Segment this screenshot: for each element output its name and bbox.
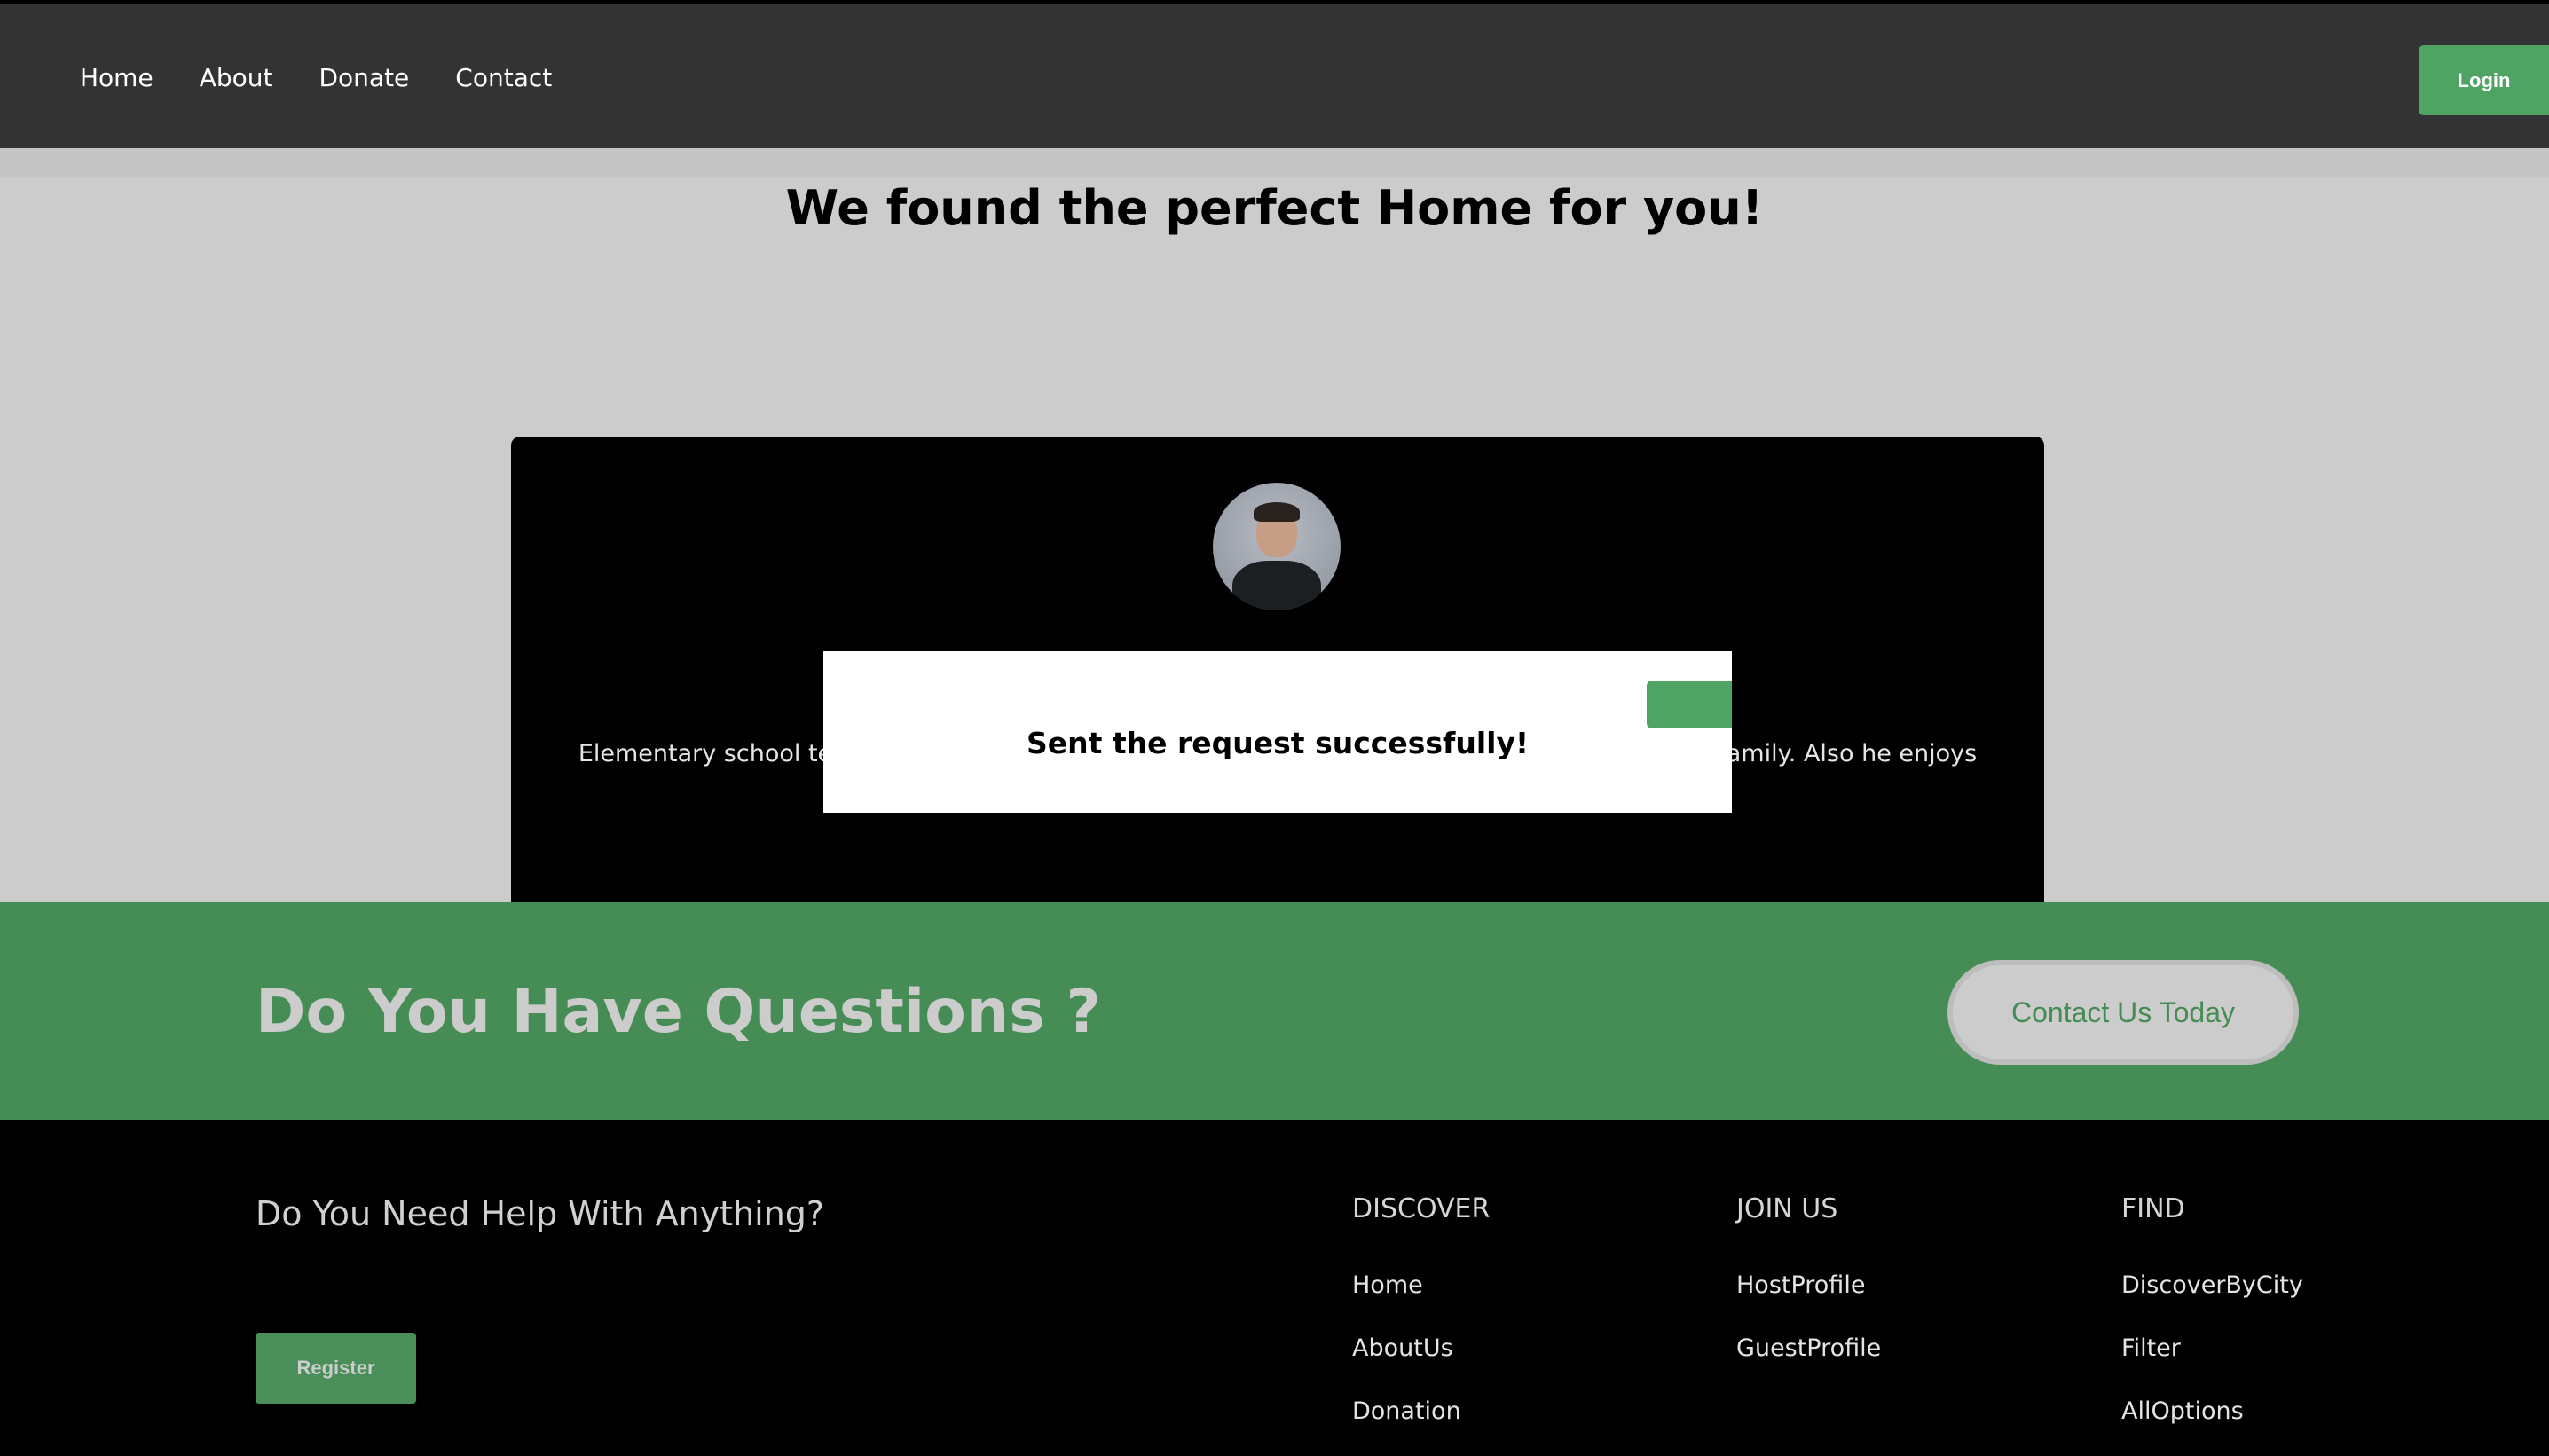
footer-link-aboutus[interactable]: AboutUs xyxy=(1352,1334,1490,1397)
nav-link-home[interactable]: Home xyxy=(80,63,153,92)
footer-link-home[interactable]: Home xyxy=(1352,1271,1490,1334)
footer: Do You Need Help With Anything? Register… xyxy=(0,1120,2549,1456)
contact-us-button[interactable]: Contact Us Today xyxy=(1947,960,2299,1065)
footer-link-discoverbycity[interactable]: DiscoverByCity xyxy=(2121,1271,2303,1334)
modal-close-button[interactable] xyxy=(1647,681,1732,728)
success-modal: Sent the request successfully! xyxy=(823,651,1732,813)
questions-banner: Do You Have Questions ? Contact Us Today xyxy=(0,902,2549,1120)
footer-col-discover: DISCOVER Home AboutUs Donation xyxy=(1352,1194,1490,1456)
nav-link-about[interactable]: About xyxy=(200,63,273,92)
nav-links: Home About Donate Contact xyxy=(80,4,552,152)
footer-col-title: DISCOVER xyxy=(1352,1193,1491,1224)
modal-message: Sent the request successfully! xyxy=(1026,726,1530,760)
footer-col-join-us: JOIN US HostProfile GuestProfile xyxy=(1736,1194,1881,1397)
avatar-body-shape xyxy=(1232,561,1321,610)
footer-help-text: Do You Need Help With Anything? xyxy=(256,1194,825,1233)
footer-link-guestprofile[interactable]: GuestProfile xyxy=(1736,1334,1881,1397)
footer-link-alloptions[interactable]: AllOptions xyxy=(2121,1397,2303,1456)
nav-link-donate[interactable]: Donate xyxy=(319,63,409,92)
avatar-hair-shape xyxy=(1254,502,1300,522)
footer-col-title: FIND xyxy=(2121,1193,2185,1224)
footer-link-donation[interactable]: Donation xyxy=(1352,1397,1490,1456)
navbar: Home About Donate Contact Login xyxy=(0,0,2549,148)
footer-link-hostprofile[interactable]: HostProfile xyxy=(1736,1271,1881,1334)
footer-link-filter[interactable]: Filter xyxy=(2121,1334,2303,1397)
page-title: We found the perfect Home for you! xyxy=(785,180,1764,236)
host-avatar xyxy=(1213,483,1341,610)
footer-col-find: FIND DiscoverByCity Filter AllOptions xyxy=(2121,1194,2303,1456)
login-button[interactable]: Login xyxy=(2419,45,2549,115)
nav-link-contact[interactable]: Contact xyxy=(455,63,552,92)
footer-col-title: JOIN US xyxy=(1736,1193,1838,1224)
register-button[interactable]: Register xyxy=(256,1333,416,1404)
questions-title: Do You Have Questions ? xyxy=(256,977,1101,1047)
main-shadow-band xyxy=(0,148,2549,177)
